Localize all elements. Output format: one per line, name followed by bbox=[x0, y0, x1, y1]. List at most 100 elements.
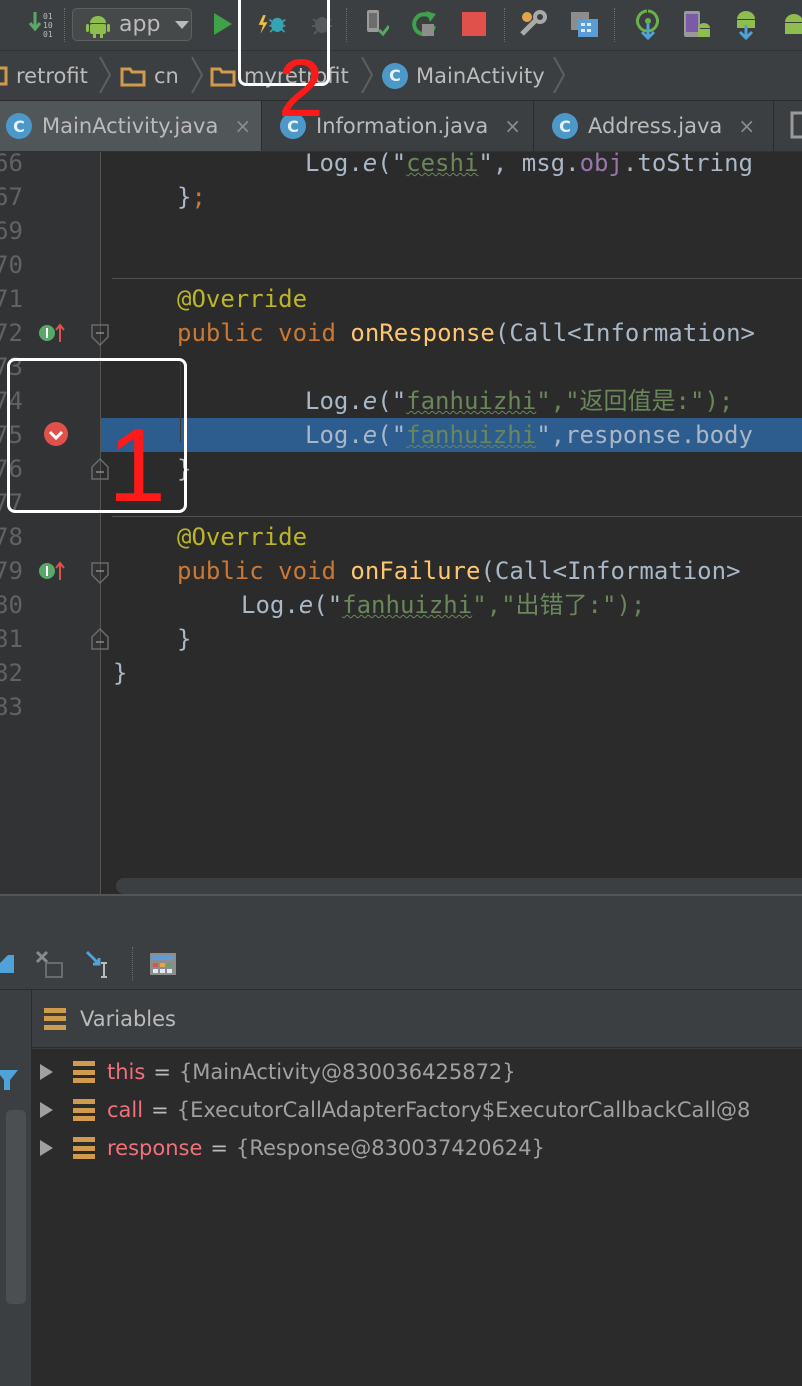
code-line-74: Log.e("fanhuizhi","返回值是:"); bbox=[305, 387, 734, 415]
variable-value: {Response@830037420624} bbox=[236, 1136, 545, 1160]
line-number: 83 bbox=[0, 693, 23, 721]
variable-row[interactable]: response = {Response@830037420624} bbox=[32, 1129, 545, 1167]
run-icon[interactable] bbox=[206, 8, 238, 40]
variable-name: response bbox=[107, 1136, 203, 1160]
breadcrumb-item-retrofit[interactable]: retrofit bbox=[0, 51, 88, 100]
fold-icon[interactable] bbox=[91, 324, 109, 352]
android-icon bbox=[85, 12, 111, 38]
tab-overflow[interactable] bbox=[774, 101, 802, 151]
sdk-manager-icon[interactable] bbox=[568, 8, 600, 40]
toolbar-separator bbox=[64, 8, 66, 42]
filter-icon[interactable] bbox=[0, 1068, 20, 1096]
toolbar-separator bbox=[346, 8, 348, 42]
line-number: 70 bbox=[0, 251, 23, 279]
method-separator bbox=[112, 278, 802, 279]
breadcrumb-label: MainActivity bbox=[416, 63, 545, 88]
line-number: 71 bbox=[0, 285, 23, 313]
folder-icon bbox=[210, 65, 236, 87]
apply-changes-icon[interactable] bbox=[358, 8, 390, 40]
breadcrumb-item-mainactivity[interactable]: C MainActivity bbox=[382, 51, 545, 100]
breadcrumb-label: cn bbox=[154, 63, 179, 88]
line-number: 69 bbox=[0, 217, 23, 245]
frames-scrollbar[interactable] bbox=[6, 1110, 26, 1304]
breadcrumb-label: retrofit bbox=[16, 63, 88, 88]
variables-icon bbox=[44, 1007, 66, 1030]
variables-tree: this = {MainActivity@830036425872} call … bbox=[32, 1049, 802, 1386]
close-icon[interactable]: × bbox=[234, 114, 251, 138]
line-number: 66 bbox=[0, 152, 23, 177]
svg-text:10: 10 bbox=[43, 21, 53, 30]
toolbar-separator bbox=[504, 8, 506, 42]
variable-name: call bbox=[107, 1098, 144, 1122]
close-icon[interactable]: × bbox=[504, 114, 521, 138]
run-to-cursor-icon[interactable] bbox=[84, 949, 116, 985]
class-icon: C bbox=[6, 113, 32, 139]
expand-icon[interactable] bbox=[40, 1064, 53, 1080]
evaluate-expression-icon[interactable] bbox=[148, 949, 178, 983]
svg-text:01: 01 bbox=[43, 30, 53, 39]
code-line-67: }; bbox=[177, 183, 206, 211]
breadcrumb-chevron-icon bbox=[553, 56, 566, 94]
folder-icon bbox=[120, 65, 146, 87]
line-number: 81 bbox=[0, 625, 23, 653]
method-separator bbox=[112, 516, 802, 517]
close-icon[interactable]: × bbox=[738, 114, 755, 138]
sync-gradle-icon[interactable] bbox=[730, 8, 762, 40]
debug-panel: Variables this = {MainActivity@830036425… bbox=[0, 894, 802, 1386]
code-line-75: Log.e("fanhuizhi",response.body bbox=[305, 421, 753, 449]
code-line-80: Log.e("fanhuizhi","出错了:"); bbox=[241, 591, 646, 619]
breadcrumb-item-cn[interactable]: cn bbox=[120, 51, 179, 100]
code-line-66: Log.e("ceshi", msg.obj.toString bbox=[305, 152, 753, 177]
debug-toolbar bbox=[0, 941, 802, 990]
debug-panel-header bbox=[0, 894, 802, 943]
editor-gutter[interactable]: 66 67 69 70 71 72 73 74 75 76 77 78 79 8… bbox=[0, 152, 109, 894]
avd-manager-icon[interactable] bbox=[680, 8, 712, 40]
code-line-79: public void onFailure(Call<Information> bbox=[177, 557, 741, 585]
breadcrumb-chevron-icon bbox=[99, 56, 112, 94]
show-execution-point-icon[interactable] bbox=[0, 951, 16, 983]
annotation-label-1: 1 bbox=[108, 408, 166, 524]
rerun-icon[interactable] bbox=[408, 8, 440, 40]
variable-equals: = bbox=[210, 1136, 228, 1160]
tab-mainactivity[interactable]: C MainActivity.java × bbox=[0, 101, 262, 151]
breadcrumb: retrofit cn myretrofit C MainActivity bbox=[0, 51, 802, 101]
tab-address[interactable]: C Address.java × bbox=[534, 101, 774, 151]
run-config-selector[interactable]: app bbox=[72, 8, 192, 41]
tab-label: Information.java bbox=[316, 114, 489, 138]
class-icon: C bbox=[552, 113, 578, 139]
implements-method-icon[interactable] bbox=[38, 560, 66, 588]
code-line-78: @Override bbox=[177, 523, 308, 551]
variables-title: Variables bbox=[80, 1006, 176, 1031]
breadcrumb-chevron-icon bbox=[191, 56, 204, 94]
svg-text:01: 01 bbox=[43, 12, 53, 21]
project-structure-icon[interactable] bbox=[518, 8, 550, 40]
tab-label: Address.java bbox=[588, 114, 723, 138]
breadcrumb-chevron-icon bbox=[361, 56, 374, 94]
field-icon bbox=[73, 1137, 95, 1159]
expand-icon[interactable] bbox=[40, 1102, 53, 1118]
frames-panel[interactable] bbox=[0, 990, 32, 1386]
variable-row[interactable]: this = {MainActivity@830036425872} bbox=[32, 1053, 516, 1091]
line-number: 82 bbox=[0, 659, 23, 687]
field-icon bbox=[73, 1099, 95, 1121]
toolbar-separator bbox=[132, 947, 134, 981]
horizontal-scrollbar[interactable] bbox=[116, 878, 802, 894]
class-icon: C bbox=[382, 62, 408, 89]
variable-row[interactable]: call = {ExecutorCallAdapterFactory$Execu… bbox=[32, 1091, 750, 1129]
fold-end-icon[interactable] bbox=[91, 627, 109, 656]
line-number: 67 bbox=[0, 183, 23, 211]
expand-icon[interactable] bbox=[40, 1140, 53, 1156]
fold-icon[interactable] bbox=[91, 562, 109, 590]
implements-method-icon[interactable] bbox=[38, 322, 66, 350]
android-icon[interactable] bbox=[778, 8, 802, 40]
make-project-icon[interactable]: 01 10 01 bbox=[26, 8, 58, 40]
code-line-71: @Override bbox=[177, 285, 308, 313]
android-device-monitor-icon[interactable] bbox=[632, 8, 664, 40]
toolbar-separator bbox=[614, 8, 616, 42]
tab-label: MainActivity.java bbox=[42, 114, 219, 138]
step-over-icon[interactable] bbox=[34, 949, 66, 985]
annotation-label-2: 2 bbox=[278, 43, 324, 134]
variable-name: this bbox=[107, 1060, 146, 1084]
variable-value: {MainActivity@830036425872} bbox=[178, 1060, 516, 1084]
stop-icon[interactable] bbox=[458, 8, 490, 40]
